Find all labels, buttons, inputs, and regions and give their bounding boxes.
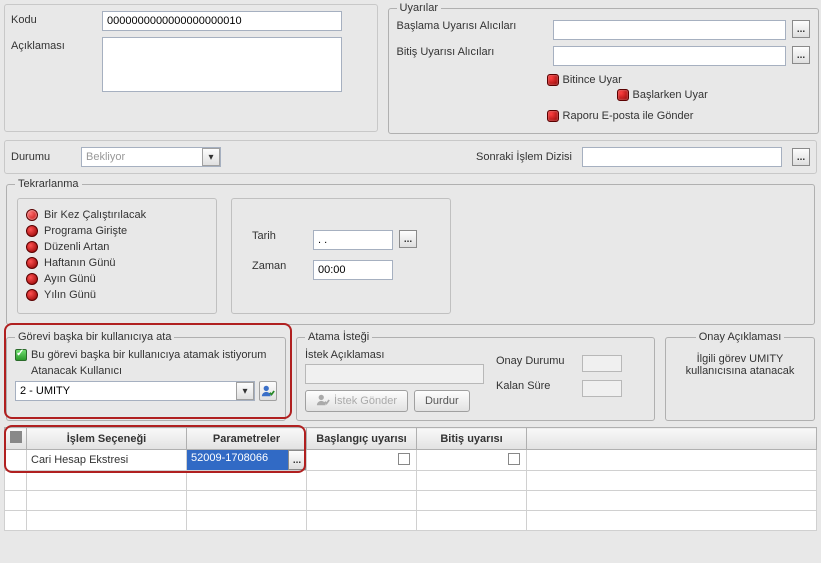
assign-checkbox[interactable]: Bu görevi başka bir kullanıcıya atamak i… xyxy=(15,349,277,361)
chevron-down-icon[interactable]: ▾ xyxy=(236,382,254,400)
grid-header-spacer xyxy=(527,428,817,450)
tarih-input[interactable] xyxy=(313,230,393,250)
grid-header-bitis[interactable]: Bitiş uyarısı xyxy=(417,428,527,450)
istek-gonder-label: İstek Gönder xyxy=(334,395,397,407)
istek-aciklamasi-input xyxy=(305,364,484,384)
istek-aciklamasi-label: İstek Açıklaması xyxy=(305,349,484,361)
onay-durumu-value xyxy=(582,355,622,372)
radio-program-giriste[interactable]: Programa Girişte xyxy=(26,225,208,237)
bitis-uyarisi-checkbox[interactable] xyxy=(508,453,520,465)
raporu-eposta-label: Raporu E-posta ile Gönder xyxy=(563,110,694,122)
baslarken-uyar-label: Başlarken Uyar xyxy=(633,89,708,101)
baslama-ellipsis-button[interactable]: ... xyxy=(792,20,810,38)
kodu-input[interactable] xyxy=(102,11,342,31)
onay-durumu-label: Onay Durumu xyxy=(496,355,576,367)
radio-duzenli-label: Düzenli Artan xyxy=(44,241,109,253)
cell-islem[interactable]: Cari Hesap Ekstresi xyxy=(27,450,187,471)
radio-ayin-gunu[interactable]: Ayın Günü xyxy=(26,273,208,285)
table-row[interactable] xyxy=(5,491,817,511)
radio-yilin-gunu[interactable]: Yılın Günü xyxy=(26,289,208,301)
aciklamasi-textarea[interactable] xyxy=(102,37,342,92)
baslarken-uyar-checkbox[interactable]: Başlarken Uyar xyxy=(617,89,708,101)
durumu-combo[interactable]: ▾ xyxy=(81,147,221,167)
grid-header-islem[interactable]: İşlem Seçeneği xyxy=(27,428,187,450)
onay-aciklamasi-text: İlgili görev UMITY kullanıcısına atanaca… xyxy=(674,349,806,381)
grid-header-param[interactable]: Parametreler xyxy=(187,428,307,450)
assign-user-combo[interactable]: ▾ xyxy=(15,381,255,401)
grid-header-select[interactable] xyxy=(5,428,27,450)
assign-user-label: Atanacak Kullanıcı xyxy=(15,365,277,377)
aciklamasi-label: Açıklaması xyxy=(11,37,96,52)
tekrarlanma-legend: Tekrarlanma xyxy=(15,178,82,190)
raporu-eposta-checkbox[interactable]: Raporu E-posta ile Gönder xyxy=(547,110,694,122)
tarih-label: Tarih xyxy=(252,230,307,242)
tarih-ellipsis-button[interactable]: ... xyxy=(399,230,417,248)
assign-legend: Görevi başka bir kullanıcıya ata xyxy=(15,331,174,343)
bitis-uyarisi-label: Bitiş Uyarısı Alıcıları xyxy=(397,46,547,58)
assign-check-label: Bu görevi başka bir kullanıcıya atamak i… xyxy=(31,349,266,361)
kalan-sure-label: Kalan Süre xyxy=(496,380,576,392)
onay-aciklamasi-legend: Onay Açıklaması xyxy=(696,331,785,343)
sonraki-islem-label: Sonraki İşlem Dizisi xyxy=(476,151,572,163)
user-send-icon xyxy=(316,393,330,410)
durumu-label: Durumu xyxy=(11,151,71,163)
baslama-uyarisi-input[interactable] xyxy=(553,20,786,40)
radio-yilin-label: Yılın Günü xyxy=(44,289,96,301)
table-row[interactable] xyxy=(5,511,817,531)
user-check-icon[interactable] xyxy=(259,381,277,401)
uyarilar-legend: Uyarılar xyxy=(397,2,442,14)
sonraki-islem-input[interactable] xyxy=(582,147,782,167)
kodu-label: Kodu xyxy=(11,11,96,26)
cell-param[interactable]: 52009-1708066 xyxy=(187,450,288,470)
assign-user-value xyxy=(16,382,236,400)
sonraki-islem-ellipsis-button[interactable]: ... xyxy=(792,148,810,166)
atama-legend: Atama İsteği xyxy=(305,331,372,343)
param-ellipsis-button[interactable]: ... xyxy=(288,450,306,470)
table-row[interactable]: Cari Hesap Ekstresi 52009-1708066 ... xyxy=(5,450,817,471)
baslangic-uyarisi-checkbox[interactable] xyxy=(398,453,410,465)
radio-birkez[interactable]: Bir Kez Çalıştırılacak xyxy=(26,209,208,221)
radio-ayin-label: Ayın Günü xyxy=(44,273,96,285)
radio-haftanin-label: Haftanın Günü xyxy=(44,257,116,269)
bitince-uyar-label: Bitince Uyar xyxy=(563,74,622,86)
bitis-ellipsis-button[interactable]: ... xyxy=(792,46,810,64)
baslama-uyarisi-label: Başlama Uyarısı Alıcıları xyxy=(397,20,547,32)
bitis-uyarisi-input[interactable] xyxy=(553,46,786,66)
grid-header-baslangic[interactable]: Başlangıç uyarısı xyxy=(307,428,417,450)
zaman-input[interactable] xyxy=(313,260,393,280)
radio-haftanin-gunu[interactable]: Haftanın Günü xyxy=(26,257,208,269)
bitince-uyar-checkbox[interactable]: Bitince Uyar xyxy=(547,74,622,86)
zaman-label: Zaman xyxy=(252,260,307,272)
radio-duzenli-artan[interactable]: Düzenli Artan xyxy=(26,241,208,253)
durdur-label: Durdur xyxy=(425,395,459,407)
durumu-value xyxy=(82,148,202,166)
durdur-button[interactable]: Durdur xyxy=(414,390,470,412)
table-row[interactable] xyxy=(5,471,817,491)
chevron-down-icon[interactable]: ▾ xyxy=(202,148,220,166)
istek-gonder-button[interactable]: İstek Gönder xyxy=(305,390,408,412)
radio-program-label: Programa Girişte xyxy=(44,225,127,237)
grid-table[interactable]: İşlem Seçeneği Parametreler Başlangıç uy… xyxy=(4,427,817,531)
radio-birkez-label: Bir Kez Çalıştırılacak xyxy=(44,209,146,221)
kalan-sure-value xyxy=(582,380,622,397)
